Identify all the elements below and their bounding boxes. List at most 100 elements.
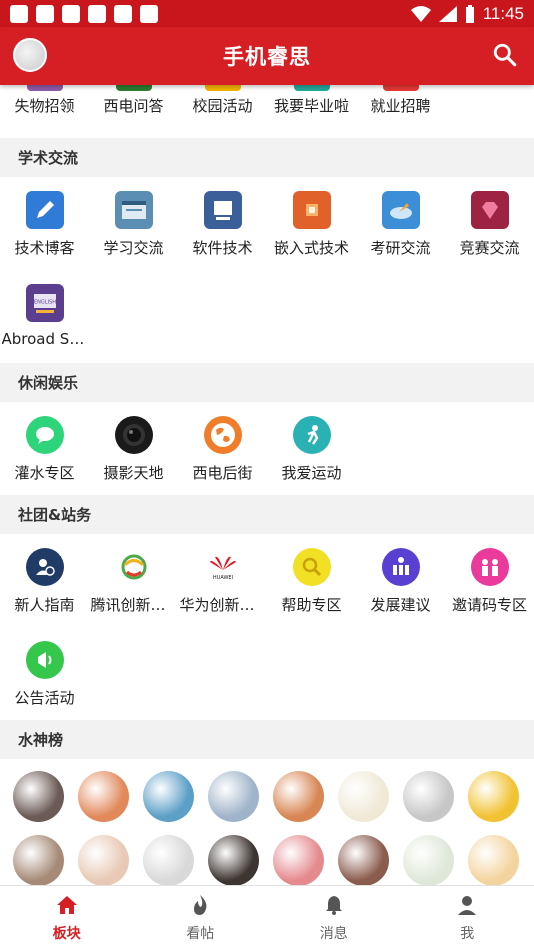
forum-label: 我要毕业啦 [273,97,349,115]
forum-label: 邀请码专区 [451,596,527,614]
user-avatar[interactable] [208,771,259,822]
user-avatar[interactable] [338,771,389,822]
forum-item[interactable]: ENGLISH Abroad Study [0,270,89,363]
forum-item[interactable]: 学习交流 [89,177,178,270]
tab-posts[interactable]: 看帖 [134,886,268,950]
forum-label: 西电问答 [103,97,164,115]
user-avatar[interactable] [13,771,64,822]
forum-item[interactable]: 邀请码专区 [445,534,534,627]
forum-item[interactable]: 考研交流 [356,177,445,270]
forum-grid: 技术博客 学习交流 软件技术 嵌入式技术 考研交流 竞赛交流 ENGLISH Ab… [0,177,534,363]
svg-text:ENGLISH: ENGLISH [34,300,56,306]
app-bar: 手机睿思 [0,27,534,85]
forum-label: 考研交流 [370,239,431,257]
section-header: 休闲娱乐 [0,363,534,402]
forum-label: 帮助专区 [281,596,342,614]
forum-label: 失物招领 [14,97,75,115]
window-icon [114,191,153,229]
forum-label: 新人指南 [14,596,75,614]
forum-label: 校园活动 [192,97,253,115]
app-title: 手机睿思 [223,45,311,69]
user-avatar[interactable] [208,835,259,885]
forum-item[interactable]: 腾讯创新俱乐部 [89,534,178,627]
forum-label: 公告活动 [14,689,75,707]
forum-item[interactable]: 竞赛交流 [445,177,534,270]
camera-lens-icon [114,416,153,454]
forum-item[interactable]: 失物招领 [0,85,89,138]
magnifier-icon [292,548,331,586]
forum-label: 软件技术 [192,239,253,257]
forum-list[interactable]: 失物招领 西电问答 校园活动 我要毕业啦 就业招聘 学术交流 技术博客 学习交流… [0,85,534,885]
forum-item[interactable]: 技术博客 [0,177,89,270]
tab-forums[interactable]: 板块 [0,886,134,950]
notification-icon [88,4,106,23]
user-avatar[interactable] [403,835,454,885]
tab-messages[interactable]: 消息 [267,886,401,950]
user-avatar[interactable] [143,835,194,885]
forum-label: 竞赛交流 [459,239,520,257]
user-avatar-button[interactable] [13,38,47,72]
search-icon[interactable] [492,42,518,68]
forum-icon [382,85,419,91]
forum-label: 西电后街 [192,464,253,482]
forum-item[interactable]: 公告活动 [0,627,89,720]
forum-item[interactable]: 西电问答 [89,85,178,138]
forum-label: 灌水专区 [14,464,75,482]
section-header: 学术交流 [0,138,534,177]
forum-item[interactable]: 就业招聘 [356,85,445,138]
forum-item[interactable]: 我爱运动 [267,402,356,495]
tab-label: 我 [460,925,475,942]
forum-icon [293,85,330,91]
bottom-navigation: 板块 看帖 消息 我 [0,885,534,950]
english-icon: ENGLISH [25,284,64,322]
user-avatar[interactable] [468,835,519,885]
bell-icon [322,894,346,920]
clock: 11:45 [482,3,524,23]
user-avatar[interactable] [78,771,129,822]
notification-icon [36,4,54,23]
gem-icon [470,191,509,229]
user-avatar[interactable] [468,771,519,822]
user-avatar[interactable] [273,771,324,822]
user-avatar[interactable] [13,835,64,885]
user-avatar[interactable] [403,771,454,822]
forum-item[interactable]: 校园活动 [178,85,267,138]
status-bar: 11:45 [0,0,534,27]
forum-label: 我爱运动 [281,464,342,482]
notification-icon [140,4,158,23]
forum-item[interactable]: 软件技术 [178,177,267,270]
water-gods-avatars [0,759,534,885]
forum-item[interactable]: 帮助专区 [267,534,356,627]
notification-icons [10,4,158,23]
forum-item[interactable]: 灌水专区 [0,402,89,495]
huawei-icon: HUAWEI [204,548,242,586]
forum-label: 嵌入式技术 [273,239,349,257]
wifi-icon [410,5,431,22]
people-icon [470,548,509,586]
forum-label: 发展建议 [370,596,431,614]
forum-item[interactable]: 发展建议 [356,534,445,627]
tab-label: 看帖 [186,925,215,942]
megaphone-icon [25,641,64,679]
signal-icon [438,5,457,22]
notification-icon [62,4,80,23]
tab-me[interactable]: 我 [401,886,534,950]
forum-item[interactable]: 我要毕业啦 [267,85,356,138]
forum-grid: 灌水专区 摄影天地 西电后街 我爱运动 [0,402,534,495]
forum-item[interactable]: 西电后街 [178,402,267,495]
forum-item[interactable]: 新人指南 [0,534,89,627]
notification-icon [114,4,132,23]
forum-label: Abroad Study [1,330,88,348]
user-avatar[interactable] [143,771,194,822]
section-header-water-gods: 水神榜 [0,720,534,759]
monitor-icon [203,191,242,229]
tab-label: 板块 [52,925,81,942]
forum-item[interactable]: 嵌入式技术 [267,177,356,270]
user-avatar[interactable] [338,835,389,885]
user-avatar[interactable] [273,835,324,885]
user-avatar[interactable] [78,835,129,885]
forum-item[interactable]: 摄影天地 [89,402,178,495]
section-header: 社团&站务 [0,495,534,534]
forum-item[interactable]: HUAWEI 华为创新俱乐部 [178,534,267,627]
forum-icon [204,85,241,91]
